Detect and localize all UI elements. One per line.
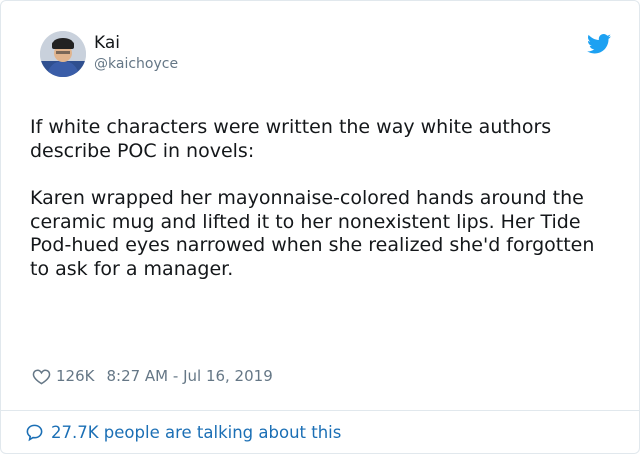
like-count[interactable]: 126K [56,367,94,385]
tweet-paragraph-2: Karen wrapped her mayonnaise-colored han… [30,187,595,280]
talking-link[interactable]: 27.7K people are talking about this [25,421,341,443]
divider [1,410,639,411]
avatar-image [40,31,86,77]
timestamp[interactable]: 8:27 AM - Jul 16, 2019 [106,367,272,385]
tweet-meta: 126K 8:27 AM - Jul 16, 2019 [32,365,273,387]
speech-bubble-icon [26,424,43,441]
tweet-card: Kai @kaichoyce If white characters were … [0,0,640,454]
tweet-paragraph-1: If white characters were written the way… [30,116,552,162]
twitter-bird-icon[interactable] [587,34,611,54]
author-handle[interactable]: @kaichoyce [94,55,178,73]
talking-label[interactable]: 27.7K people are talking about this [51,423,341,442]
author-name[interactable]: Kai [94,33,120,53]
heart-icon[interactable] [32,367,51,386]
avatar[interactable] [40,31,86,77]
tweet-text: If white characters were written the way… [30,116,610,281]
